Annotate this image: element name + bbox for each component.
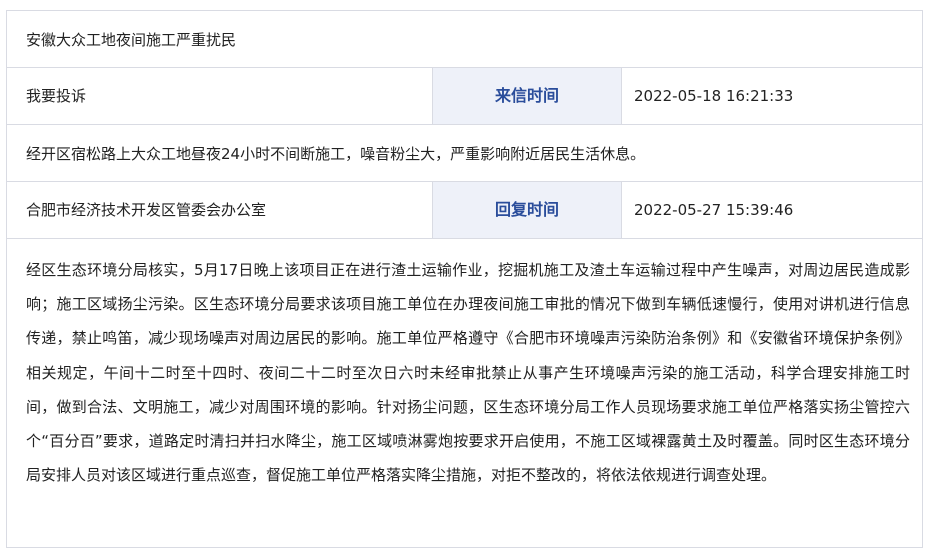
letter-title: 安徽大众工地夜间施工严重扰民 [26, 30, 237, 49]
content-row: 经开区宿松路上大众工地昼夜24小时不间断施工，噪音粉尘大，严重影响附近居民生活休… [6, 124, 923, 181]
responder-name: 合肥市经济技术开发区管委会办公室 [26, 201, 267, 219]
reply-content: 经区生态环境分局核实，5月17日晚上该项目正在进行渣土运输作业，挖掘机施工及渣土… [26, 261, 910, 485]
sent-time-label: 来信时间 [432, 68, 622, 124]
meta-row-sent: 我要投诉 来信时间 2022-05-18 16:21:33 [6, 67, 923, 124]
reply-row: 经区生态环境分局核实，5月17日晚上该项目正在进行渣土运输作业，挖掘机施工及渣土… [6, 238, 923, 548]
meta-row-reply: 合肥市经济技术开发区管委会办公室 回复时间 2022-05-27 15:39:4… [6, 181, 923, 238]
sent-time-value: 2022-05-18 16:21:33 [634, 87, 794, 105]
letter-content: 经开区宿松路上大众工地昼夜24小时不间断施工，噪音粉尘大，严重影响附近居民生活休… [26, 144, 646, 163]
title-row: 安徽大众工地夜间施工严重扰民 [6, 10, 923, 67]
letter-detail-table: 安徽大众工地夜间施工严重扰民 我要投诉 来信时间 2022-05-18 16:2… [0, 0, 931, 556]
reply-time-label: 回复时间 [432, 182, 622, 238]
reply-time-value: 2022-05-27 15:39:46 [634, 201, 794, 219]
complaint-type: 我要投诉 [26, 87, 87, 105]
